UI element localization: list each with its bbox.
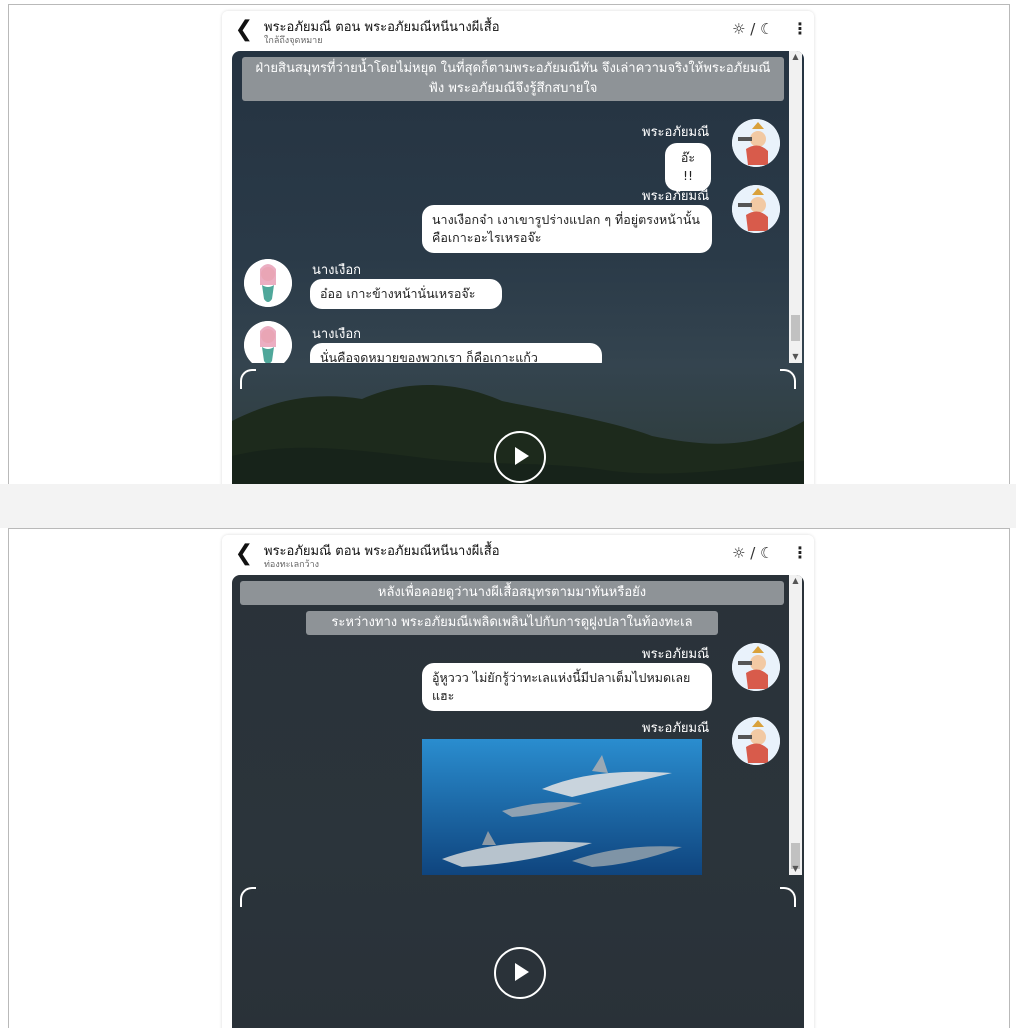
frame-corner-left [240, 369, 256, 389]
phra-aphai-mani-avatar-icon [732, 643, 780, 691]
message-bubble: นั่นคือจุดหมายของพวกเรา ก็คือเกาะแก้ว [310, 343, 602, 363]
story-header: ❮ พระอภัยมณี ตอน พระอภัยมณีหนีนางผีเสื้อ… [222, 535, 814, 575]
play-icon[interactable] [494, 947, 546, 999]
scroll-thumb[interactable] [791, 315, 800, 341]
chat-scrollbar[interactable]: ▲ ▼ [789, 51, 802, 363]
message-bubble: อ๋ออ เกาะข้างหน้านั่นเหรอจ๊ะ [310, 279, 502, 309]
phra-aphai-mani-avatar-icon [732, 185, 780, 233]
chat-log[interactable]: หลังเพื่อคอยดูว่านางผีเสื้อสมุทรตามมาทัน… [232, 575, 788, 875]
shark-photo-image[interactable] [422, 739, 702, 875]
narration-box: ระหว่างทาง พระอภัยมณีเพลิดเพลินไปกับการด… [306, 611, 718, 635]
mermaid-avatar-icon [244, 259, 292, 307]
mermaid-avatar-icon [244, 321, 292, 363]
chapter-subtitle: ใกล้ถึงจุดหมาย [264, 36, 323, 46]
phra-aphai-mani-avatar-icon [732, 119, 780, 167]
story-app-window: ❮ พระอภัยมณี ตอน พระอภัยมณีหนีนางผีเสื้อ… [222, 535, 814, 1028]
scroll-down-arrow-icon[interactable]: ▼ [789, 351, 802, 363]
story-app-window: ❮ พระอภัยมณี ตอน พระอภัยมณีหนีนางผีเสื้อ… [222, 11, 814, 485]
speaker-name: พระอภัยมณี [642, 647, 710, 662]
story-header: ❮ พระอภัยมณี ตอน พระอภัยมณีหนีนางผีเสื้อ… [222, 11, 814, 51]
speaker-name: พระอภัยมณี [642, 189, 710, 204]
speaker-name: นางเงือก [312, 327, 362, 342]
theme-toggle-icon[interactable]: ☼ / ☾ [732, 20, 773, 38]
screenshot-panel-1: ❮ พระอภัยมณี ตอน พระอภัยมณีหนีนางผีเสื้อ… [8, 4, 1010, 486]
frame-corner-left [240, 887, 256, 907]
scroll-up-arrow-icon[interactable]: ▲ [789, 51, 802, 63]
separator-band [0, 484, 1016, 528]
story-stage: ฝ่ายสินสมุทรที่ว่ายน้ำโดยไม่หยุด ในที่สุ… [232, 51, 804, 485]
back-chevron-icon[interactable]: ❮ [234, 18, 254, 42]
chat-scrollbar[interactable]: ▲ ▼ [789, 575, 802, 875]
speaker-name: พระอภัยมณี [642, 125, 710, 140]
chapter-subtitle: ท่องทะเลกว้าง [264, 560, 320, 570]
narration-box: ฝ่ายสินสมุทรที่ว่ายน้ำโดยไม่หยุด ในที่สุ… [242, 57, 784, 101]
kebab-menu-icon[interactable]: ⋮ [792, 19, 808, 38]
frame-corner-right [780, 887, 796, 907]
chat-log[interactable]: ฝ่ายสินสมุทรที่ว่ายน้ำโดยไม่หยุด ในที่สุ… [232, 51, 788, 363]
play-icon[interactable] [494, 431, 546, 483]
speaker-name: พระอภัยมณี [642, 721, 710, 736]
narration-box: หลังเพื่อคอยดูว่านางผีเสื้อสมุทรตามมาทัน… [240, 581, 784, 605]
speaker-name: นางเงือก [312, 263, 362, 278]
story-stage: หลังเพื่อคอยดูว่านางผีเสื้อสมุทรตามมาทัน… [232, 575, 804, 1028]
message-bubble: นางเงือกจ๋า เงาเขารูปร่างแปลก ๆ ที่อยู่ต… [422, 205, 712, 253]
message-bubble: อ๊ะ !! [665, 143, 711, 191]
theme-toggle-icon[interactable]: ☼ / ☾ [732, 544, 773, 562]
scroll-up-arrow-icon[interactable]: ▲ [789, 575, 802, 587]
kebab-menu-icon[interactable]: ⋮ [792, 543, 808, 562]
phra-aphai-mani-avatar-icon [732, 717, 780, 765]
back-chevron-icon[interactable]: ❮ [234, 542, 254, 566]
scroll-down-arrow-icon[interactable]: ▼ [789, 863, 802, 875]
screenshot-panel-2: ❮ พระอภัยมณี ตอน พระอภัยมณีหนีนางผีเสื้อ… [8, 528, 1010, 1028]
message-bubble: อู้หูววว ไม่ยักรู้ว่าทะเลแห่งนี้มีปลาเต็… [422, 663, 712, 711]
